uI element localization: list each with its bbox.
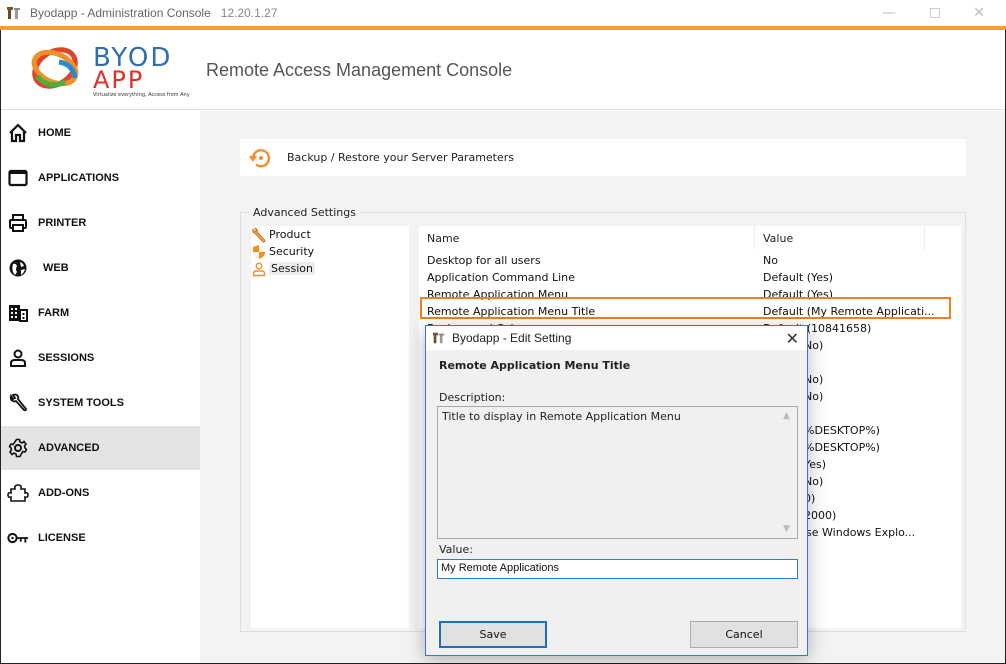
shield-icon [253, 244, 265, 259]
column-header-value[interactable]: Value [755, 226, 925, 250]
value-label: Value: [439, 543, 473, 556]
sidebar-item-sessions[interactable]: SESSIONS [1, 336, 200, 380]
category-tree: Product Security Session [251, 226, 409, 628]
svg-text:Virtualize everything, Access: Virtualize everything, Access from Anywh… [93, 92, 189, 98]
maximize-button[interactable] [912, 0, 958, 26]
sidebar-item-printer[interactable]: PRINTER [1, 201, 200, 245]
cancel-button[interactable]: Cancel [690, 621, 798, 648]
group-title: Advanced Settings [249, 206, 360, 219]
save-button[interactable]: Save [439, 621, 547, 648]
scroll-up-icon[interactable]: ▲ [783, 411, 790, 421]
tree-item-security[interactable]: Security [251, 243, 409, 260]
value-input[interactable]: My Remote Applications [437, 559, 798, 579]
setting-name-cell: Desktop for all users [427, 254, 541, 267]
tree-item-product[interactable]: Product [251, 226, 409, 243]
sidebar-item-add-ons[interactable]: ADD-ONS [1, 471, 200, 515]
setting-value-cell: %DESKTOP%) [804, 441, 880, 454]
maximize-icon [930, 8, 940, 18]
dialog-title: Byodapp - Edit Setting [452, 331, 572, 345]
tree-item-session[interactable]: Session [251, 260, 409, 277]
sidebar-item-system-tools[interactable]: SYSTEM TOOLS [1, 381, 200, 425]
close-window-button[interactable]: ✕ [956, 0, 1002, 26]
scroll-down-icon[interactable]: ▼ [783, 524, 790, 534]
setting-value-cell: Use Windows Explo... [798, 526, 916, 539]
user-icon [7, 347, 29, 369]
app-icon [7, 7, 20, 19]
setting-name-cell: Application Command Line [427, 271, 575, 284]
edit-setting-dialog: Byodapp - Edit Setting ✕ Remote Applicat… [425, 325, 808, 656]
setting-value-cell: %DESKTOP%) [804, 424, 880, 437]
console-title: Remote Access Management Console [206, 60, 513, 80]
column-header-name[interactable]: Name [419, 226, 755, 250]
description-label: Description: [439, 391, 506, 404]
setting-value-cell: No [763, 254, 778, 267]
window-title: Byodapp - Administration Console [30, 6, 211, 20]
table-row[interactable]: Desktop for all users No [419, 252, 961, 269]
globe-icon [7, 257, 29, 279]
home-icon [7, 122, 29, 144]
dialog-title-bar: Byodapp - Edit Setting ✕ [426, 326, 807, 350]
puzzle-icon [7, 482, 29, 504]
table-row[interactable]: Application Command Line Default (Yes) [419, 269, 961, 286]
close-icon: ✕ [973, 5, 985, 21]
sidebar-item-home[interactable]: HOME [1, 111, 200, 155]
setting-name: Remote Application Menu Title [439, 359, 631, 372]
setting-value-cell: 2000) [804, 509, 837, 522]
gear-icon [7, 437, 29, 459]
key-icon [7, 527, 29, 549]
backup-restore-link[interactable]: Backup / Restore your Server Parameters [240, 139, 966, 176]
backup-restore-label: Backup / Restore your Server Parameters [287, 151, 515, 164]
description-text: Title to display in Remote Application M… [442, 410, 681, 423]
backup-restore-icon [249, 148, 271, 167]
dialog-close-button[interactable]: ✕ [786, 329, 799, 348]
app-icon [432, 332, 445, 344]
selected-row-highlight [420, 297, 951, 319]
title-bar: Byodapp - Administration Console 12.20.1… [0, 0, 1006, 26]
user-icon [252, 262, 266, 276]
sidebar-item-farm[interactable]: FARM [1, 291, 200, 335]
sidebar: HOME APPLICATIONS PRINTER WEB FARM SESSI… [1, 111, 200, 663]
building-icon [7, 302, 29, 324]
app-header: BYOD APP Virtualize everything, Access f… [1, 30, 1005, 110]
description-box: Title to display in Remote Application M… [437, 406, 798, 539]
sidebar-item-advanced[interactable]: ADVANCED [1, 426, 200, 470]
description-scrollbar[interactable]: ▲ ▼ [780, 407, 797, 538]
minimize-icon: — [882, 5, 896, 21]
sidebar-item-license[interactable]: LICENSE [1, 516, 200, 560]
printer-icon [7, 212, 29, 234]
sidebar-item-web[interactable]: WEB [1, 246, 200, 290]
sidebar-item-applications[interactable]: APPLICATIONS [1, 156, 200, 200]
wrench-icon [7, 392, 29, 414]
minimize-button[interactable]: — [866, 0, 912, 26]
byodapp-logo: BYOD APP Virtualize everything, Access f… [31, 43, 189, 98]
svg-text:APP: APP [93, 66, 144, 94]
window-icon [7, 167, 29, 189]
window-version: 12.20.1.27 [220, 6, 278, 20]
wrench-icon [252, 226, 266, 242]
setting-value-cell: Default (Yes) [763, 271, 834, 284]
